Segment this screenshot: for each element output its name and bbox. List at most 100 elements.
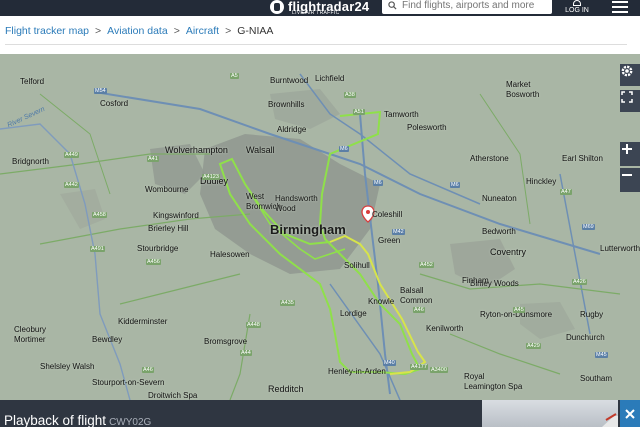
aircraft-icon <box>602 413 618 427</box>
logo-tagline: LIVE AIR TRAFFIC <box>292 10 340 16</box>
place-atherstone: Atherstone <box>470 154 509 163</box>
place-earl-shilton: Earl Shilton <box>562 154 603 163</box>
road-label: A435 <box>280 300 295 306</box>
place-brierley-hill: Brierley Hill <box>148 224 189 233</box>
breadcrumb-separator: > <box>225 25 232 37</box>
road-label: M6 <box>450 182 460 188</box>
place-henley: Henley-in-Arden <box>328 367 386 376</box>
playback-title-row: Playback of flight CWY02G <box>4 413 151 428</box>
hamburger-menu-icon[interactable] <box>612 1 628 13</box>
place-cosford: Cosford <box>100 99 129 108</box>
place-knowle: Knowle <box>368 297 395 306</box>
road-label: M40 <box>383 360 396 366</box>
road-label: A51 <box>353 109 365 115</box>
aircraft-photo-thumbnail[interactable] <box>482 400 618 427</box>
breadcrumb-aircraft[interactable]: Aircraft <box>186 25 219 37</box>
road-label: A41 <box>147 156 159 162</box>
place-finham: Finham <box>462 276 489 285</box>
place-birmingham: Birmingham <box>270 222 346 237</box>
road-label: M6 <box>339 146 349 152</box>
place-kidderminster: Kidderminster <box>118 317 168 326</box>
road-label: A46 <box>142 367 154 373</box>
radar-logo-icon <box>270 0 284 14</box>
search-input[interactable] <box>402 0 542 11</box>
place-shelsley: Shelsley Walsh <box>40 362 95 371</box>
road-label: A47 <box>560 189 572 195</box>
place-cleobury: Cleobury Mortimer <box>14 325 47 344</box>
place-bewdley: Bewdley <box>92 335 123 344</box>
road-label: A46 <box>413 307 425 313</box>
breadcrumb-separator: > <box>95 25 102 37</box>
road-label: A458 <box>92 212 107 218</box>
road-label: A429 <box>526 343 541 349</box>
fullscreen-button[interactable] <box>620 90 640 112</box>
road-label: A5 <box>230 73 239 79</box>
road-label: M42 <box>392 229 405 235</box>
road-label: A3400 <box>430 367 448 373</box>
place-burntwood: Burntwood <box>270 76 309 85</box>
place-bridgnorth: Bridgnorth <box>12 157 49 166</box>
place-kingswinford: Kingswinford <box>153 211 199 220</box>
road-label: A44 <box>240 350 252 356</box>
search-box[interactable] <box>382 0 552 14</box>
place-lordige: Lordige <box>340 309 367 318</box>
road-label: M69 <box>582 224 595 230</box>
user-icon <box>573 0 581 6</box>
breadcrumb-flight-tracker[interactable]: Flight tracker map <box>5 25 89 37</box>
place-balsall-common: Balsall Common <box>400 286 433 305</box>
place-rugby: Rugby <box>580 310 604 319</box>
road-label: M6 <box>373 180 383 186</box>
close-playback-button[interactable] <box>620 400 640 427</box>
divider <box>5 44 627 45</box>
place-telford: Telford <box>20 77 45 86</box>
place-lichfield: Lichfield <box>315 74 345 83</box>
road-label: M54 <box>94 88 107 94</box>
map-settings-button[interactable] <box>620 64 640 86</box>
place-nuneaton: Nuneaton <box>482 194 517 203</box>
place-royal-leamington: Royal Leamington Spa <box>464 372 523 391</box>
place-bedworth: Bedworth <box>482 227 516 236</box>
gear-icon <box>621 65 633 77</box>
fullscreen-icon <box>621 91 633 103</box>
place-lutterworth: Lutterworth <box>600 244 640 253</box>
close-icon <box>625 408 635 419</box>
breadcrumb-separator: > <box>173 25 180 37</box>
place-walsall: Walsall <box>246 145 275 155</box>
road-label: A45 <box>513 307 525 313</box>
place-stourport: Stourport-on-Severn <box>92 378 165 387</box>
search-icon <box>388 1 397 10</box>
login-button[interactable]: LOG IN <box>562 0 592 16</box>
flight-map[interactable]: River Severn Telford Cosford Wolverhampt… <box>0 54 640 400</box>
place-handsworth-wood: Handsworth Wood <box>275 194 318 213</box>
road-label: A426 <box>572 279 587 285</box>
zoom-out-icon <box>622 174 632 176</box>
place-aldridge: Aldridge <box>277 125 307 134</box>
breadcrumb: Flight tracker map > Aviation data > Air… <box>5 24 273 38</box>
place-wolverhampton: Wolverhampton <box>165 145 228 155</box>
road-label: A449 <box>64 152 79 158</box>
zoom-in-button[interactable] <box>620 142 640 166</box>
flight-callsign: CWY02G <box>109 417 152 428</box>
place-wombourne: Wombourne <box>145 185 189 194</box>
place-tamworth: Tamworth <box>384 110 419 119</box>
road-label: A38 <box>344 92 356 98</box>
place-bromsgrove: Bromsgrove <box>204 337 248 346</box>
place-market-bosworth: Market Bosworth <box>506 80 540 99</box>
breadcrumb-current: G-NIAA <box>237 25 274 37</box>
place-brownhills: Brownhills <box>268 100 305 109</box>
place-solihull: Solihull <box>344 261 370 270</box>
zoom-in-icon <box>622 144 632 154</box>
place-coleshill: Coleshill <box>372 210 403 219</box>
place-green: Green <box>378 236 401 245</box>
place-droitwich: Droitwich Spa <box>148 391 198 400</box>
place-redditch: Redditch <box>268 384 304 394</box>
breadcrumb-aviation-data[interactable]: Aviation data <box>107 25 168 37</box>
road-label: A442 <box>64 182 79 188</box>
place-kenilworth: Kenilworth <box>426 324 464 333</box>
login-label: LOG IN <box>565 7 589 14</box>
road-label: A491 <box>90 246 105 252</box>
road-label: A452 <box>419 262 434 268</box>
place-dunchurch: Dunchurch <box>566 333 605 342</box>
zoom-out-button[interactable] <box>620 168 640 192</box>
place-hinckley: Hinckley <box>526 177 557 186</box>
